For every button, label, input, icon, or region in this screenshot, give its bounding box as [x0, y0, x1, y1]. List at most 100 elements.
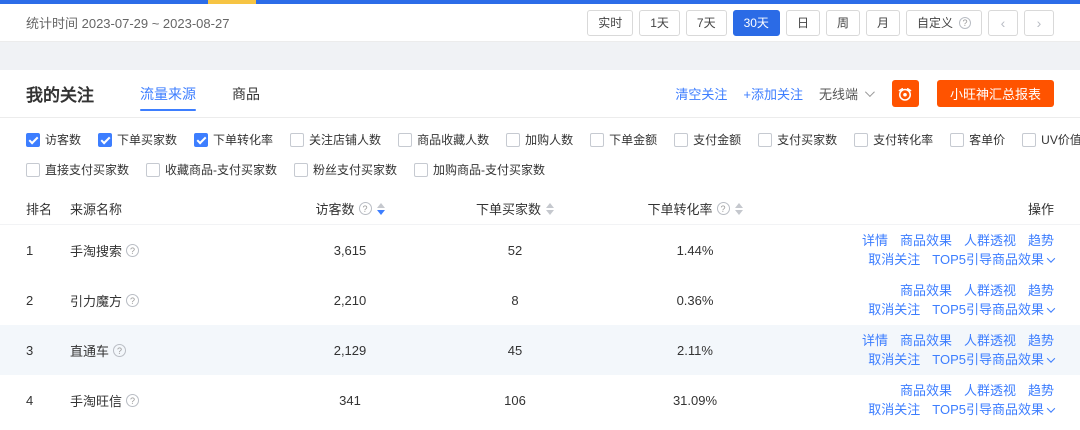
action-product-effect-link[interactable]: 商品效果 — [900, 331, 952, 350]
metric-item-cart-adders[interactable]: 加购人数 — [506, 131, 573, 148]
metric-label: 下单买家数 — [117, 131, 177, 148]
buyers-cell: 106 — [430, 393, 600, 408]
metric-selector: 访客数 下单买家数 下单转化率 关注店铺人数 商品收藏人数 加购人数 下单金额 … — [0, 118, 1080, 193]
metric-row-1: 访客数 下单买家数 下单转化率 关注店铺人数 商品收藏人数 加购人数 下单金额 … — [26, 131, 1054, 148]
table-row-2: 2 引力魔方 2,210 8 0.36% 商品效果 人群透视 趋势 取消关注 T… — [0, 275, 1080, 325]
header-rank: 排名 — [26, 199, 70, 218]
prev-period-button[interactable]: ‹ — [988, 10, 1018, 36]
action-unfollow-link[interactable]: 取消关注 — [868, 400, 920, 419]
action-detail-link[interactable]: 详情 — [862, 331, 888, 350]
tab-traffic-source[interactable]: 流量来源 — [140, 70, 196, 117]
metric-item-direct-pay-buyers[interactable]: 直接支付买家数 — [26, 161, 129, 178]
visitors-cell: 3,615 — [270, 243, 430, 258]
metric-item-avg-order-value[interactable]: 客单价 — [950, 131, 1005, 148]
action-audience-insight-link[interactable]: 人群透视 — [964, 381, 1016, 400]
checkbox[interactable] — [194, 133, 208, 147]
metric-item-order-buyers[interactable]: 下单买家数 — [98, 131, 177, 148]
action-product-effect-link[interactable]: 商品效果 — [900, 281, 952, 300]
checkbox[interactable] — [26, 133, 40, 147]
metric-item-collect-pay-buyers[interactable]: 收藏商品-支付买家数 — [146, 161, 277, 178]
checkbox[interactable] — [590, 133, 604, 147]
action-trend-link[interactable]: 趋势 — [1028, 281, 1054, 300]
checkbox[interactable] — [950, 133, 964, 147]
range-custom-label: 自定义 — [917, 14, 953, 31]
metric-item-order-conversion[interactable]: 下单转化率 — [194, 131, 273, 148]
metric-item-visitors[interactable]: 访客数 — [26, 131, 81, 148]
mascot-icon-button[interactable] — [892, 80, 919, 107]
help-icon[interactable] — [126, 294, 139, 307]
range-day-button[interactable]: 日 — [786, 10, 820, 36]
summary-report-button[interactable]: 小旺神汇总报表 — [937, 80, 1054, 107]
metric-item-item-collectors[interactable]: 商品收藏人数 — [398, 131, 489, 148]
checkbox[interactable] — [674, 133, 688, 147]
metric-item-cart-pay-buyers[interactable]: 加购商品-支付买家数 — [414, 161, 545, 178]
panel-title: 我的关注 — [26, 81, 94, 106]
action-audience-insight-link[interactable]: 人群透视 — [964, 231, 1016, 250]
action-trend-link[interactable]: 趋势 — [1028, 381, 1054, 400]
help-icon — [959, 17, 971, 29]
help-icon[interactable] — [113, 344, 126, 357]
range-custom-button[interactable]: 自定义 — [906, 10, 982, 36]
checkbox[interactable] — [414, 163, 428, 177]
metric-item-pay-conversion[interactable]: 支付转化率 — [854, 131, 933, 148]
metric-item-pay-amount[interactable]: 支付金额 — [674, 131, 741, 148]
metric-item-fans-pay-buyers[interactable]: 粉丝支付买家数 — [294, 161, 397, 178]
header-visitors-label: 访客数 — [315, 199, 354, 218]
action-audience-insight-link[interactable]: 人群透视 — [964, 281, 1016, 300]
action-top5-link[interactable]: TOP5引导商品效果 — [932, 250, 1054, 269]
add-follow-link[interactable]: +添加关注 — [743, 84, 803, 103]
checkbox[interactable] — [26, 163, 40, 177]
help-icon[interactable] — [126, 244, 139, 257]
checkbox[interactable] — [294, 163, 308, 177]
metric-item-shop-followers[interactable]: 关注店铺人数 — [290, 131, 381, 148]
tab-products[interactable]: 商品 — [232, 70, 260, 117]
action-audience-insight-link[interactable]: 人群透视 — [964, 331, 1016, 350]
metric-item-order-amount[interactable]: 下单金额 — [590, 131, 657, 148]
metric-label: 直接支付买家数 — [45, 161, 129, 178]
checkbox[interactable] — [290, 133, 304, 147]
panel-header-actions: 清空关注 +添加关注 无线端 小旺神汇总报表 — [675, 70, 1054, 117]
range-1day-button[interactable]: 1天 — [639, 10, 680, 36]
range-month-button[interactable]: 月 — [866, 10, 900, 36]
action-unfollow-link[interactable]: 取消关注 — [868, 300, 920, 319]
action-trend-link[interactable]: 趋势 — [1028, 331, 1054, 350]
action-product-effect-link[interactable]: 商品效果 — [900, 231, 952, 250]
header-buyers-label: 下单买家数 — [476, 199, 541, 218]
help-icon[interactable] — [359, 202, 372, 215]
help-icon[interactable] — [126, 394, 139, 407]
sort-buyers-control[interactable] — [546, 203, 554, 215]
clear-follows-link[interactable]: 清空关注 — [675, 84, 727, 103]
visitors-cell: 2,129 — [270, 343, 430, 358]
checkbox[interactable] — [506, 133, 520, 147]
action-unfollow-link[interactable]: 取消关注 — [868, 350, 920, 369]
range-30day-button[interactable]: 30天 — [733, 10, 780, 36]
range-7day-button[interactable]: 7天 — [686, 10, 727, 36]
sort-visitors-control[interactable] — [377, 203, 385, 215]
action-top5-label: TOP5引导商品效果 — [932, 300, 1044, 319]
checkbox[interactable] — [1022, 133, 1036, 147]
range-realtime-button[interactable]: 实时 — [587, 10, 633, 36]
action-product-effect-link[interactable]: 商品效果 — [900, 381, 952, 400]
sort-conversion-control[interactable] — [735, 203, 743, 215]
checkbox[interactable] — [98, 133, 112, 147]
terminal-select[interactable]: 无线端 — [819, 84, 872, 103]
action-unfollow-link[interactable]: 取消关注 — [868, 250, 920, 269]
help-icon[interactable] — [717, 202, 730, 215]
top-accent-bar — [0, 0, 1080, 4]
next-period-button[interactable]: › — [1024, 10, 1054, 36]
source-cell: 直通车 — [70, 341, 270, 360]
checkbox[interactable] — [758, 133, 772, 147]
range-week-button[interactable]: 周 — [826, 10, 860, 36]
checkbox[interactable] — [146, 163, 160, 177]
action-detail-link[interactable]: 详情 — [862, 231, 888, 250]
header-conversion-label: 下单转化率 — [647, 199, 712, 218]
action-top5-link[interactable]: TOP5引导商品效果 — [932, 400, 1054, 419]
metric-item-pay-buyers[interactable]: 支付买家数 — [758, 131, 837, 148]
checkbox[interactable] — [398, 133, 412, 147]
metric-item-uv-value[interactable]: UV价值 — [1022, 131, 1080, 148]
actions-cell: 商品效果 人群透视 趋势 取消关注 TOP5引导商品效果 — [790, 281, 1054, 319]
action-top5-link[interactable]: TOP5引导商品效果 — [932, 350, 1054, 369]
action-trend-link[interactable]: 趋势 — [1028, 231, 1054, 250]
action-top5-link[interactable]: TOP5引导商品效果 — [932, 300, 1054, 319]
checkbox[interactable] — [854, 133, 868, 147]
